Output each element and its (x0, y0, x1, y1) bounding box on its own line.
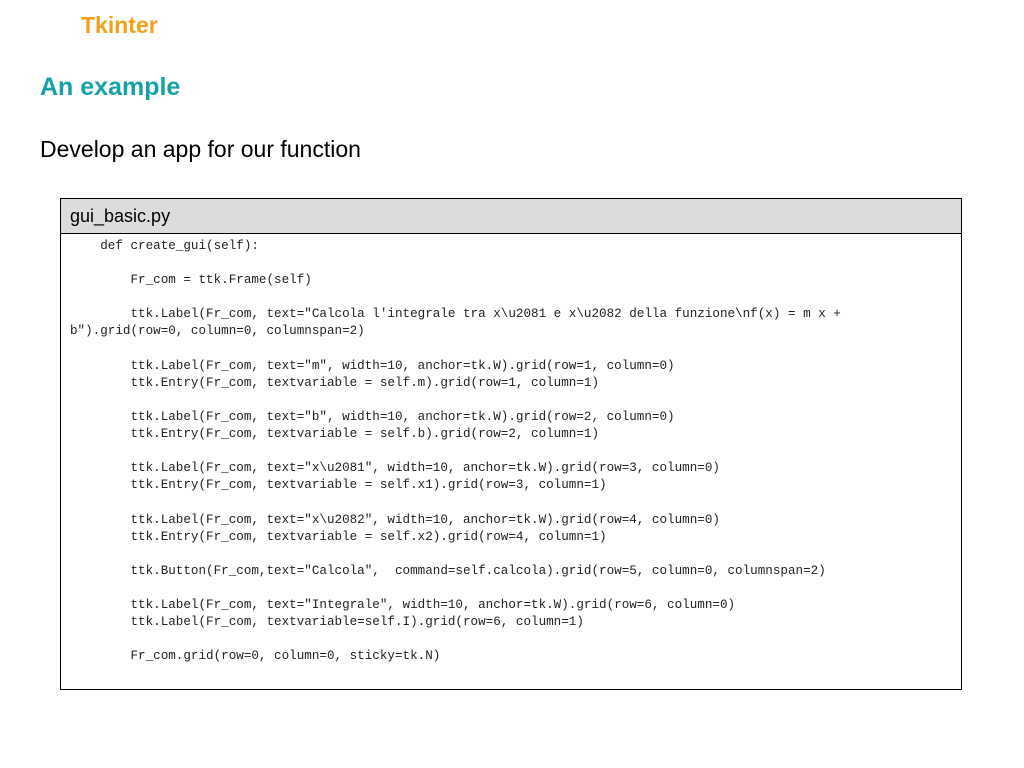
code-panel: gui_basic.py def create_gui(self): Fr_co… (60, 198, 962, 690)
code-line: ttk.Label(Fr_com, textvariable=self.I).g… (70, 615, 584, 630)
code-line: ttk.Entry(Fr_com, textvariable = self.b)… (70, 427, 600, 442)
code-line: ttk.Label(Fr_com, text="x\u2082", width=… (70, 512, 720, 527)
code-line: ttk.Button(Fr_com,text="Calcola", comman… (70, 563, 826, 578)
code-line: b").grid(row=0, column=0, columnspan=2) (70, 324, 365, 339)
code-line: Fr_com.grid(row=0, column=0, sticky=tk.N… (70, 649, 441, 664)
code-line: ttk.Label(Fr_com, text="Calcola l'integr… (70, 307, 841, 322)
code-line: ttk.Label(Fr_com, text="Integrale", widt… (70, 597, 736, 612)
code-line: ttk.Label(Fr_com, text="b", width=10, an… (70, 409, 675, 424)
code-line: ttk.Label(Fr_com, text="m", width=10, an… (70, 358, 675, 373)
code-line: ttk.Entry(Fr_com, textvariable = self.x1… (70, 478, 607, 493)
code-line: def create_gui(self): (70, 239, 259, 253)
code-line: ttk.Entry(Fr_com, textvariable = self.m)… (70, 375, 600, 390)
slide-top-title: Tkinter (81, 12, 158, 38)
code-body: def create_gui(self): Fr_com = ttk.Frame… (61, 234, 961, 665)
code-line: Fr_com = ttk.Frame(self) (70, 273, 312, 288)
code-line: ttk.Entry(Fr_com, textvariable = self.x2… (70, 529, 607, 544)
code-line: ttk.Label(Fr_com, text="x\u2081", width=… (70, 461, 720, 476)
section-heading: An example (40, 73, 181, 101)
slide-subtitle: Develop an app for our function (40, 136, 361, 162)
code-filename-header: gui_basic.py (61, 199, 961, 234)
